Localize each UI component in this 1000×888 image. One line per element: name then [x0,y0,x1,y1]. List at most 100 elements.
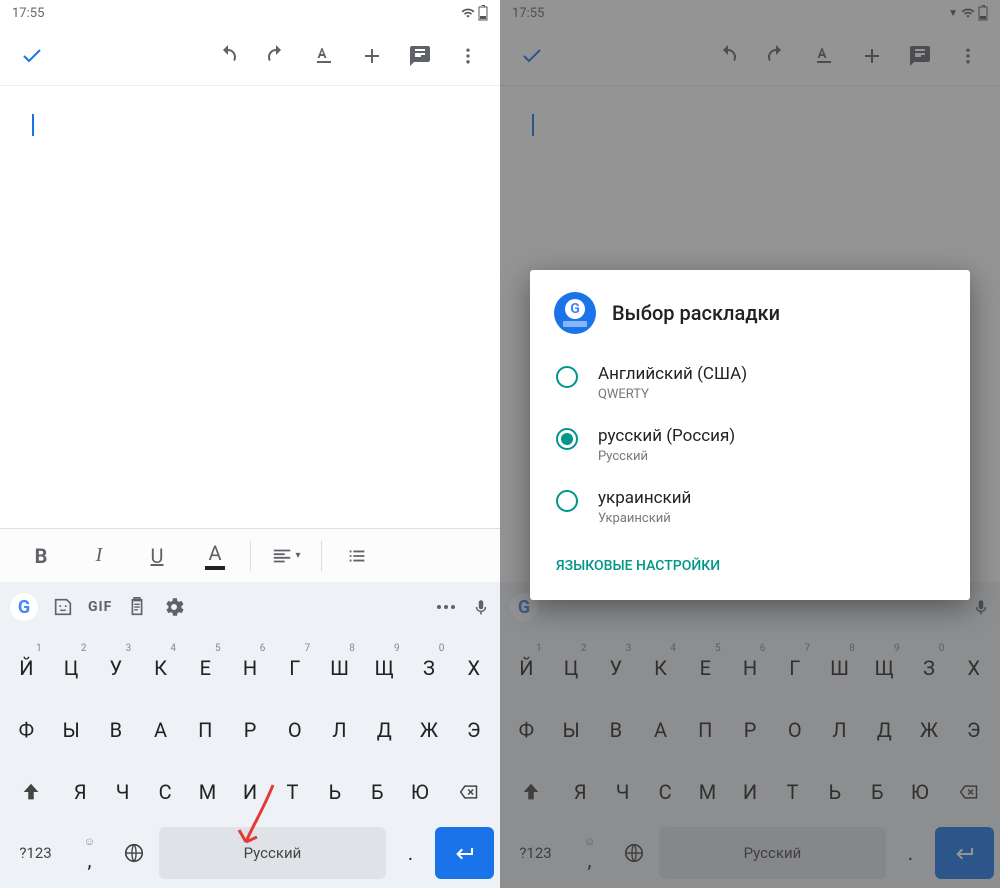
symbols-key[interactable]: ?123 [6,827,65,879]
key-Ь[interactable]: Ь [816,765,854,819]
key-Ч[interactable]: Ч [103,765,141,819]
key-Р[interactable]: Р [730,703,771,757]
document-area[interactable] [0,86,500,528]
key-С[interactable]: С [146,765,184,819]
key-М[interactable]: М [688,765,726,819]
key-Д[interactable]: Д [864,703,905,757]
key-Ф[interactable]: Ф [506,703,547,757]
comma-key[interactable]: ☺, [69,827,110,879]
align-button[interactable]: ▾ [257,529,315,583]
key-З[interactable]: З0 [909,641,950,695]
key-К[interactable]: К4 [640,641,681,695]
spacebar-key[interactable]: Русский [159,827,386,879]
comment-button[interactable] [396,32,444,80]
key-И[interactable]: И [731,765,769,819]
key-Р[interactable]: Р [230,703,271,757]
key-А[interactable]: А [140,703,181,757]
text-format-button[interactable] [300,32,348,80]
key-В[interactable]: В [95,703,136,757]
comment-button[interactable] [896,32,944,80]
key-Т[interactable]: Т [773,765,811,819]
more-button[interactable] [444,32,492,80]
key-Ч[interactable]: Ч [603,765,641,819]
key-З[interactable]: З0 [409,641,450,695]
key-А[interactable]: А [640,703,681,757]
key-Ж[interactable]: Ж [409,703,450,757]
key-Е[interactable]: Е5 [685,641,726,695]
key-Э[interactable]: Э [453,703,494,757]
key-Ц[interactable]: Ц2 [551,641,592,695]
key-П[interactable]: П [685,703,726,757]
key-Н[interactable]: Н6 [230,641,271,695]
key-Щ[interactable]: Щ9 [364,641,405,695]
layout-option-0[interactable]: Английский (США)QWERTY [554,352,946,414]
undo-button[interactable] [204,32,252,80]
underline-button[interactable]: U [128,529,186,583]
key-Х[interactable]: Х [453,641,494,695]
key-Я[interactable]: Я [561,765,599,819]
more-button[interactable] [944,32,992,80]
globe-key[interactable] [114,827,155,879]
key-Б[interactable]: Б [858,765,896,819]
insert-button[interactable] [348,32,396,80]
key-Щ[interactable]: Щ9 [864,641,905,695]
key-Ж[interactable]: Ж [909,703,950,757]
key-Д[interactable]: Д [364,703,405,757]
key-Б[interactable]: Б [358,765,396,819]
settings-icon[interactable] [162,587,186,627]
key-Л[interactable]: Л [819,703,860,757]
key-Л[interactable]: Л [319,703,360,757]
key-Я[interactable]: Я [61,765,99,819]
backspace-key[interactable] [443,765,494,819]
backspace-key[interactable] [943,765,994,819]
key-Ь[interactable]: Ь [316,765,354,819]
google-icon[interactable]: G [10,593,38,621]
redo-button[interactable] [752,32,800,80]
shift-key[interactable] [506,765,557,819]
enter-key[interactable] [435,827,494,879]
insert-button[interactable] [848,32,896,80]
key-О[interactable]: О [774,703,815,757]
enter-key[interactable] [935,827,994,879]
text-color-button[interactable]: A [186,529,244,583]
key-У[interactable]: У3 [95,641,136,695]
period-key[interactable]: . [890,827,931,879]
key-К[interactable]: К4 [140,641,181,695]
sticker-icon[interactable] [52,587,74,627]
key-Ф[interactable]: Ф [6,703,47,757]
globe-key[interactable] [614,827,655,879]
key-Н[interactable]: Н6 [730,641,771,695]
key-Е[interactable]: Е5 [185,641,226,695]
key-У[interactable]: У3 [595,641,636,695]
bold-button[interactable]: B [12,529,70,583]
italic-button[interactable]: I [70,529,128,583]
key-Й[interactable]: Й1 [6,641,47,695]
clipboard-icon[interactable] [126,587,148,627]
list-button[interactable] [328,529,386,583]
symbols-key[interactable]: ?123 [506,827,565,879]
key-О[interactable]: О [274,703,315,757]
key-П[interactable]: П [185,703,226,757]
key-В[interactable]: В [595,703,636,757]
mic-icon[interactable] [472,587,490,627]
layout-option-2[interactable]: украинскийУкраинский [554,476,946,538]
comma-key[interactable]: ☺, [569,827,610,879]
language-settings-button[interactable]: ЯЗЫКОВЫЕ НАСТРОЙКИ [554,548,946,584]
done-button[interactable] [8,32,56,80]
layout-option-1[interactable]: русский (Россия)Русский [554,414,946,476]
key-Г[interactable]: Г7 [274,641,315,695]
key-Й[interactable]: Й1 [506,641,547,695]
key-С[interactable]: С [646,765,684,819]
key-Ю[interactable]: Ю [401,765,439,819]
key-Э[interactable]: Э [953,703,994,757]
period-key[interactable]: . [390,827,431,879]
key-Х[interactable]: Х [953,641,994,695]
more-icon[interactable] [434,587,458,627]
key-Ш[interactable]: Ш8 [319,641,360,695]
key-Ю[interactable]: Ю [901,765,939,819]
undo-button[interactable] [704,32,752,80]
key-Т[interactable]: Т [273,765,311,819]
text-format-button[interactable] [800,32,848,80]
key-Г[interactable]: Г7 [774,641,815,695]
key-Ш[interactable]: Ш8 [819,641,860,695]
